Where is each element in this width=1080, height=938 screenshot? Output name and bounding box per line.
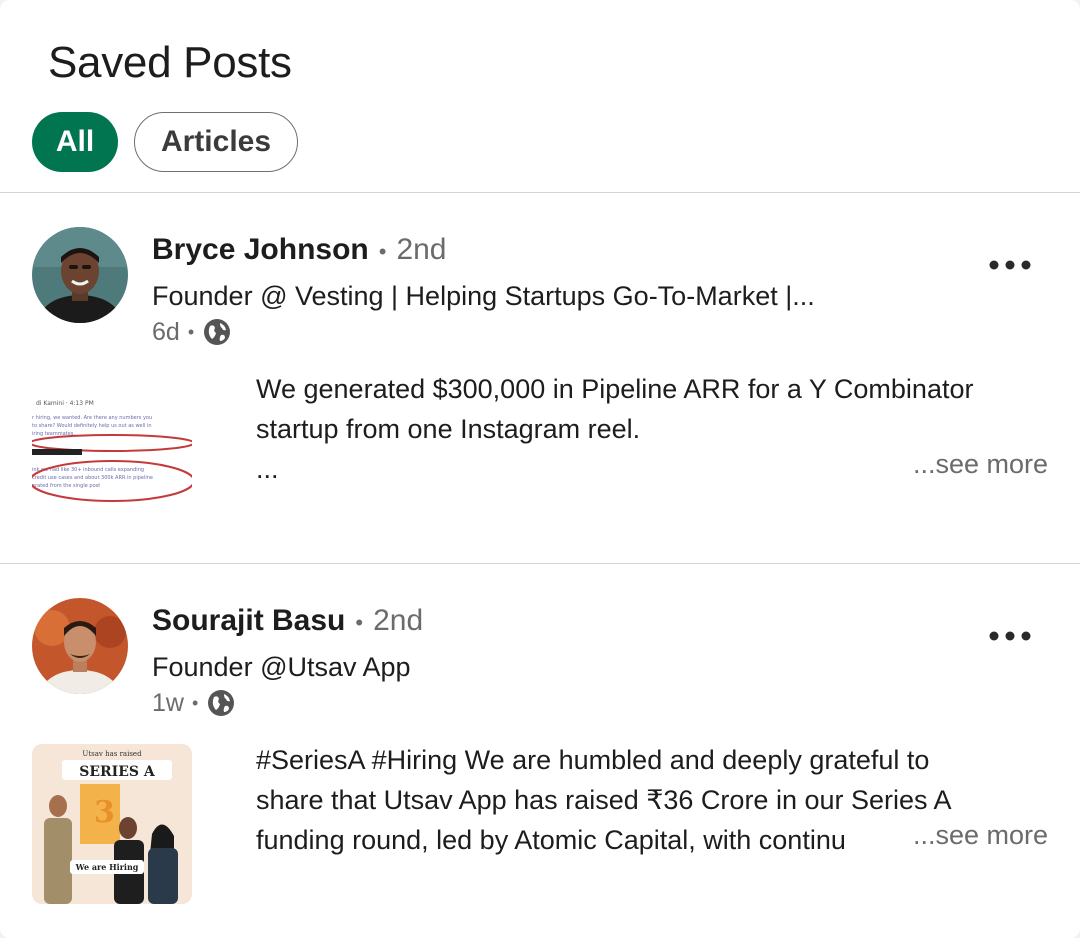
ellipsis-icon [989,631,1031,641]
see-more-link[interactable]: ...see more [898,449,1048,480]
post-body-line: share that Utsav App has raised ₹36 Cror… [256,785,952,815]
thumb-text: r hiring, we wanted. Are there any numbe… [32,415,152,421]
post-time: 1w [152,688,184,717]
see-more-link[interactable]: ...see more [898,820,1048,851]
post-thumbnail[interactable]: di Kamini · 4:13 PM r hiring, we wanted.… [32,381,192,541]
globe-icon [206,688,236,718]
author-name[interactable]: Sourajit Basu [152,604,345,638]
more-options-button[interactable] [988,616,1032,656]
separator-dot: • [355,610,364,635]
avatar-image [32,227,128,323]
thumb-text: credit use cases and about 300k ARR in p… [32,475,153,481]
filter-articles-button[interactable]: Articles [134,112,298,172]
saved-post-card: Sourajit Basu • 2nd Founder @Utsav App 1… [0,564,1080,934]
filter-pills: All Articles [32,112,298,172]
post-meta: 1w • [152,688,236,718]
avatar-image [32,598,128,694]
saved-posts-header: Saved Posts All Articles [0,0,1080,193]
more-options-button[interactable] [988,245,1032,285]
connection-degree: 2nd [373,604,424,637]
author-line: Bryce Johnson • 2nd [152,233,447,267]
thumbnail-image: di Kamini · 4:13 PM r hiring, we wanted.… [32,381,192,541]
avatar[interactable] [32,227,128,323]
thumb-text: SERIES A [79,764,156,780]
connection-degree: 2nd [396,233,447,266]
thumb-text: to share? Would definitely help us out a… [32,423,152,429]
post-thumbnail[interactable]: 3 Utsav has raised SERIES A We are Hirin… [32,744,192,904]
separator-dot: • [378,239,387,264]
avatar[interactable] [32,598,128,694]
author-headline: Founder @ Vesting | Helping Startups Go-… [152,281,815,311]
author-headline: Founder @Utsav App [152,652,411,682]
thumb-text: Utsav has raised [82,750,142,758]
svg-text:3: 3 [94,795,115,830]
post-time: 6d [152,317,180,346]
post-body-line: startup from one Instagram reel. [256,414,641,444]
post-meta: 6d • [152,317,232,347]
thumb-text: We are Hiring [75,862,139,872]
filter-all-button[interactable]: All [32,112,118,172]
saved-posts-panel: Saved Posts All Articles Bryce Johnson • [0,0,1080,938]
thumb-text: erated from the single post [32,483,100,489]
post-body-line: #SeriesA #Hiring We are humbled and deep… [256,745,930,775]
author-line: Sourajit Basu • 2nd [152,604,423,638]
thumbnail-image: 3 Utsav has raised SERIES A We are Hirin… [32,744,192,904]
post-body-line: We generated $300,000 in Pipeline ARR fo… [256,374,974,404]
thumb-text: di Kamini · 4:13 PM [36,400,94,407]
ellipsis-icon [989,260,1031,270]
separator-dot: • [187,321,195,342]
globe-icon [202,317,232,347]
page-title: Saved Posts [48,38,292,87]
separator-dot: • [191,692,199,713]
saved-post-card: Bryce Johnson • 2nd Founder @ Vesting | … [0,193,1080,564]
author-name[interactable]: Bryce Johnson [152,233,369,267]
